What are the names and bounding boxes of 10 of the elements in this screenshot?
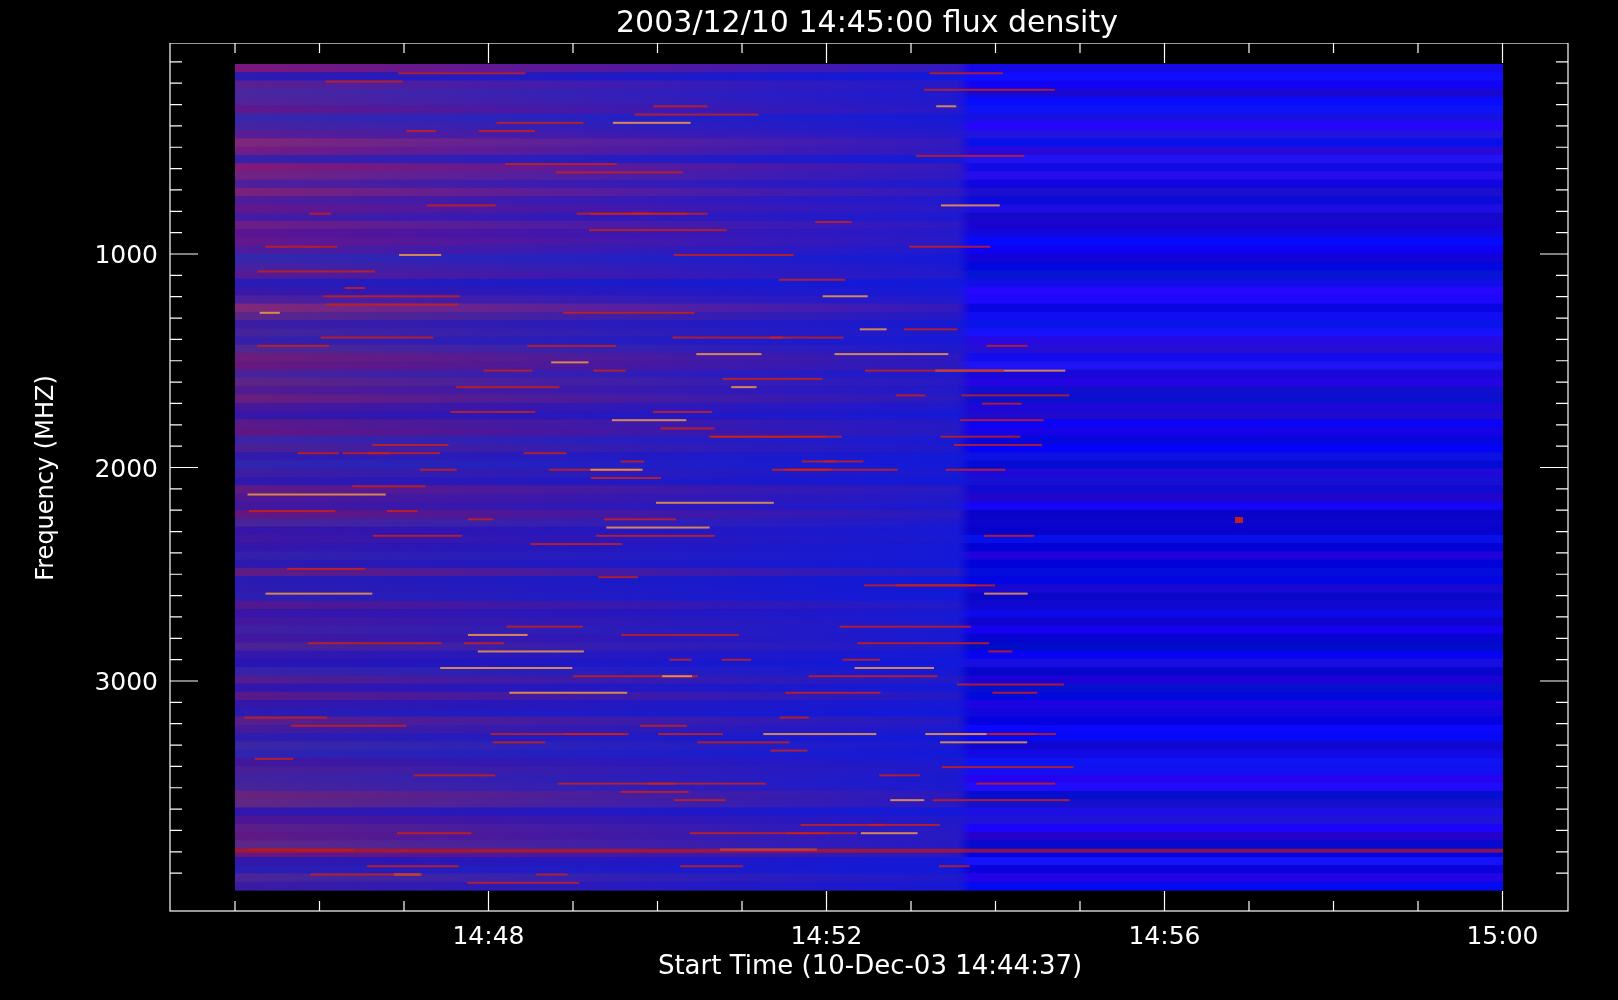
tick-label: 14:52 [790,921,863,950]
tick-label: 1000 [94,240,158,269]
tick-label: 3000 [94,667,158,696]
y-axis-label: Frequency (MHZ) [31,375,59,581]
tick-label: 14:48 [452,921,525,950]
chart-title: 2003/12/10 14:45:00 flux density [616,4,1118,39]
tick-label: 15:00 [1466,921,1539,950]
x-axis-label: Start Time (10-Dec-03 14:44:37) [657,950,1083,980]
tick-label: 2000 [94,453,158,483]
tick-label: 14:56 [1128,921,1201,950]
